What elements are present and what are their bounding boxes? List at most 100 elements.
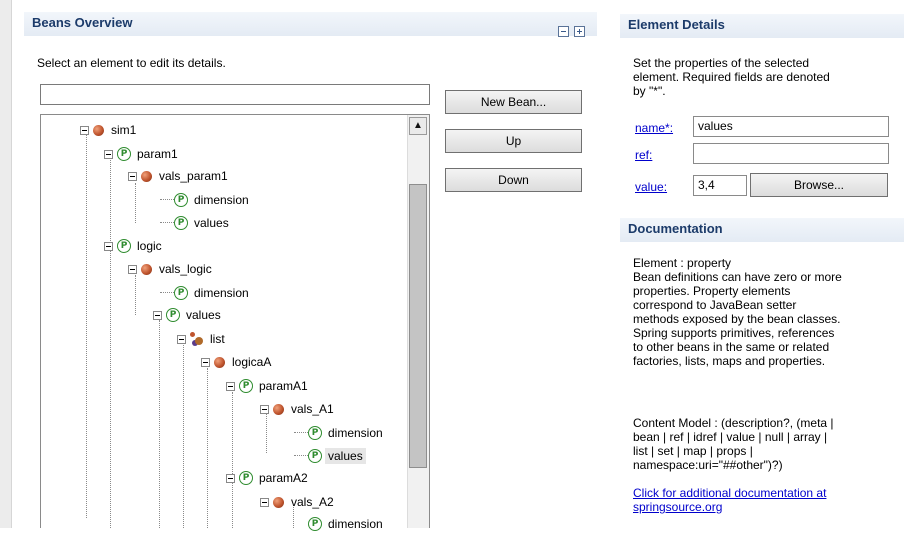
tree-guide-line [294, 455, 308, 456]
tree-guide-line [183, 345, 184, 528]
collapse-toggle-icon[interactable] [177, 334, 186, 344]
tree-node-label: dimension [328, 517, 383, 531]
ref-field-link[interactable]: ref: [635, 148, 652, 162]
browse-button[interactable]: Browse... [750, 173, 888, 197]
documentation-body: Element : property Bean definitions can … [633, 256, 842, 368]
collapse-toggle-icon[interactable] [201, 357, 210, 367]
tree-node-label: vals_A1 [291, 402, 334, 416]
tree-guide-line [294, 432, 308, 433]
tree-node-label: logicaA [232, 355, 272, 369]
tree-guide-line [110, 250, 111, 528]
collapse-toggle-icon[interactable] [104, 149, 113, 159]
property-icon: P [166, 308, 180, 322]
name-field-input[interactable]: values [693, 116, 889, 137]
tree-node-label: vals_A2 [291, 495, 334, 509]
tree-node-label: values [325, 448, 366, 464]
tree-guide-line [160, 199, 174, 200]
bean-icon [273, 403, 284, 415]
expand-all-icon[interactable] [574, 26, 585, 37]
tree-node-label: vals_param1 [159, 169, 228, 183]
new-bean-button[interactable]: New Bean... [445, 90, 582, 114]
collapse-toggle-icon[interactable] [260, 497, 269, 507]
tree-node-label: values [186, 308, 221, 322]
tree-guide-line [86, 133, 87, 518]
collapse-toggle-icon[interactable] [104, 241, 113, 251]
ref-field-input[interactable] [693, 143, 889, 164]
documentation-content-model: Content Model : (description?, (meta | b… [633, 416, 834, 472]
tree-node-label: sim1 [111, 123, 137, 137]
documentation-link[interactable]: Click for additional documentation at [633, 486, 826, 500]
tree-node[interactable]: vals_param1 [128, 166, 228, 186]
bean-icon [273, 496, 284, 508]
collapse-toggle-icon[interactable] [260, 404, 269, 414]
tree-guide-line [135, 275, 136, 315]
tree-node-label: dimension [194, 286, 249, 300]
tree-node[interactable]: sim1 [80, 120, 136, 140]
scroll-up-arrow-icon[interactable]: ▲ [409, 117, 427, 135]
bean-icon [141, 170, 152, 182]
beans-overview-header: Beans Overview [24, 12, 597, 36]
tree-node-label: logic [137, 239, 162, 253]
property-icon: P [239, 379, 253, 393]
tree-node-label: dimension [328, 426, 383, 440]
list-icon [190, 332, 204, 346]
tree-filter-input[interactable] [40, 84, 430, 105]
property-icon: P [174, 193, 188, 207]
beans-overview-title: Beans Overview [32, 15, 133, 30]
tree-node[interactable]: logicaA [201, 352, 271, 372]
tree-node[interactable]: vals_A2 [260, 492, 334, 512]
scroll-thumb[interactable] [409, 184, 427, 468]
details-description: Set the properties of the selected eleme… [633, 56, 830, 98]
left-edge-bar [0, 0, 12, 528]
collapse-toggle-icon[interactable] [80, 125, 89, 135]
tree-guide-line [135, 183, 136, 223]
beans-tree[interactable] [40, 114, 430, 528]
tree-node[interactable]: vals_A1 [260, 399, 334, 419]
tree-node[interactable]: list [177, 329, 225, 349]
bean-icon [141, 263, 152, 275]
documentation-title: Documentation [628, 221, 723, 236]
value-field-input[interactable]: 3,4 [693, 175, 747, 196]
tree-node-label: list [210, 332, 225, 346]
tree-node-label: paramA1 [259, 379, 308, 393]
tree-node-label: values [194, 216, 229, 230]
collapse-toggle-icon[interactable] [128, 264, 137, 274]
tree-guide-line [266, 413, 267, 453]
tree-node[interactable]: vals_logic [128, 259, 212, 279]
documentation-link-url[interactable]: springsource.org [633, 500, 722, 514]
property-icon: P [174, 286, 188, 300]
tree-node-label: vals_logic [159, 262, 212, 276]
tree-node[interactable]: P dimension [174, 283, 249, 303]
tree-node[interactable]: P dimension [308, 514, 383, 534]
collapse-toggle-icon[interactable] [226, 381, 235, 391]
tree-node[interactable]: P paramA2 [226, 468, 308, 488]
collapse-toggle-icon[interactable] [226, 473, 235, 483]
property-icon: P [308, 449, 322, 463]
value-field-link[interactable]: value: [635, 180, 667, 194]
up-button[interactable]: Up [445, 129, 582, 153]
tree-node[interactable]: P paramA1 [226, 376, 308, 396]
bean-icon [214, 356, 225, 368]
collapse-toggle-icon[interactable] [153, 310, 162, 320]
tree-guide-line [232, 392, 233, 528]
tree-node-label: dimension [194, 193, 249, 207]
tree-node[interactable]: P dimension [308, 423, 383, 443]
tree-node[interactable]: P values [174, 213, 229, 233]
property-icon: P [117, 239, 131, 253]
tree-node[interactable]: P values [153, 305, 221, 325]
property-icon: P [308, 517, 322, 531]
collapse-toggle-icon[interactable] [128, 171, 137, 181]
down-button[interactable]: Down [445, 168, 582, 192]
tree-node[interactable]: P param1 [104, 144, 178, 164]
overview-instruction: Select an element to edit its details. [37, 56, 226, 70]
tree-node[interactable]: P logic [104, 236, 162, 256]
collapse-all-icon[interactable] [558, 26, 569, 37]
element-details-title: Element Details [628, 17, 725, 32]
bean-icon [93, 124, 104, 136]
tree-guide-line [159, 320, 160, 528]
tree-node-selected[interactable]: P values [308, 446, 366, 466]
name-field-link[interactable]: name*: [635, 121, 673, 135]
tree-node[interactable]: P dimension [174, 190, 249, 210]
tree-guide-line [110, 158, 111, 243]
tree-guide-line [160, 222, 174, 223]
